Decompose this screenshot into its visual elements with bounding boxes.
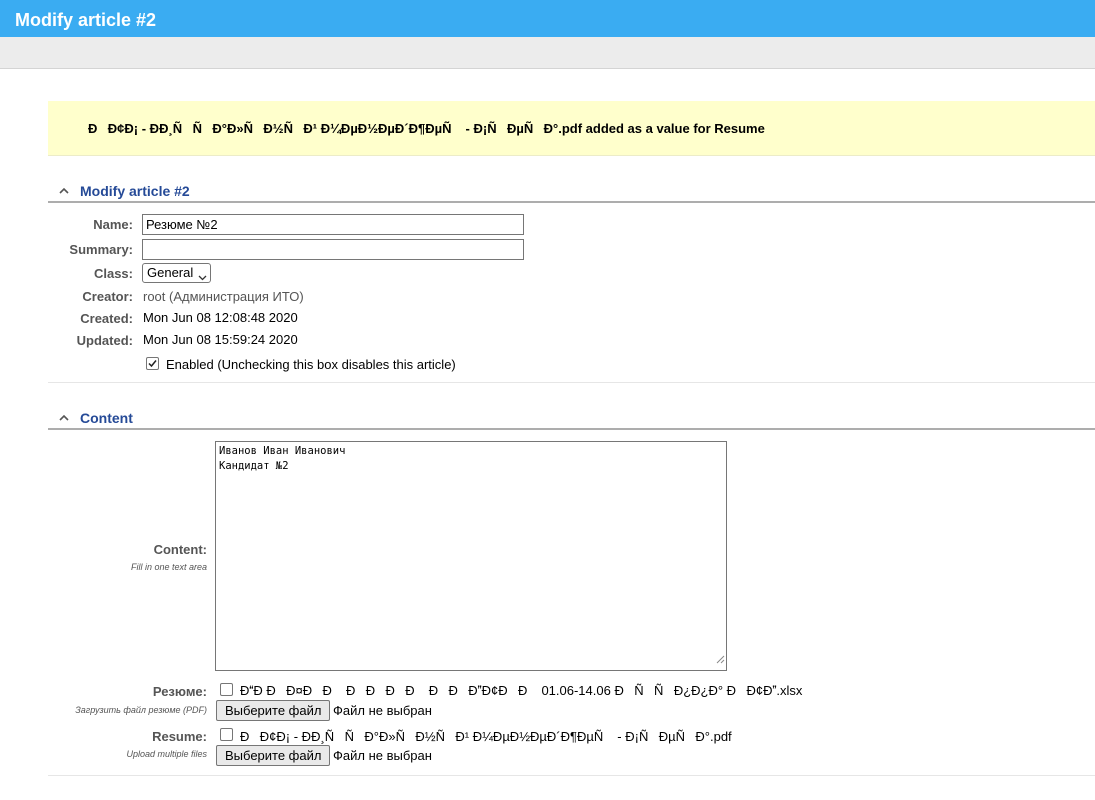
creator-value: root (Администрация ИТО): [143, 289, 304, 304]
divider: [48, 775, 1095, 776]
toolbar: [0, 37, 1095, 69]
chevron-down-icon: [198, 269, 207, 284]
section-title: Content: [80, 410, 133, 426]
chevron-up-icon[interactable]: [58, 412, 70, 424]
chevron-up-icon[interactable]: [58, 185, 70, 197]
choose-file-button[interactable]: Выберите файл: [216, 700, 331, 721]
no-file-text: Файл не выбран: [333, 748, 432, 763]
resize-grip-icon[interactable]: [716, 654, 725, 669]
divider: [48, 382, 1095, 383]
resume-label: Resume:: [152, 729, 207, 744]
resume-ru-file-checkbox[interactable]: [220, 683, 233, 696]
resume-file-name: ÐÐ¢Ð¡ - ÐÐ¸ÑÑÐ°Ð»ÑÐ½ÑÐ¹ Ð¼ÐµÐ½ÐµÐ´Ð…: [240, 729, 732, 744]
name-label: Name:: [93, 217, 133, 232]
content-help: Fill in one text area: [130, 562, 207, 572]
section-header-article[interactable]: Modify article #2: [48, 183, 1095, 203]
section-header-content[interactable]: Content: [48, 410, 1095, 430]
choose-file-button[interactable]: Выберите файл: [216, 745, 331, 766]
no-file-text: Файл не выбран: [333, 703, 432, 718]
resume-file-checkbox[interactable]: [220, 728, 233, 741]
resume-ru-label: Резюме:: [152, 684, 207, 699]
content-textarea[interactable]: Иванов Иван Иванович Кандидат №2: [215, 441, 727, 671]
class-select-value: General: [147, 265, 194, 280]
creator-label: Creator:: [82, 289, 133, 304]
content-line: Иванов Иван Иванович: [219, 445, 346, 457]
summary-label: Summary:: [69, 242, 133, 257]
name-input[interactable]: [142, 214, 524, 235]
status-notice: ÐÐ¢Ð¡ - ÐÐ¸ÑÑÐ°Ð»ÑÐ½ÑÐ¹ Ð¼ÐµÐ½ÐµÐ´Ð…: [48, 101, 1095, 156]
content-line: Кандидат №2: [219, 460, 289, 472]
resume-ru-help: Загрузить файл резюме (PDF): [75, 705, 207, 715]
content-label: Content:: [153, 542, 207, 557]
enabled-label: Enabled (Unchecking this box disables th…: [166, 357, 456, 372]
class-select[interactable]: General: [142, 263, 211, 283]
section-title: Modify article #2: [80, 183, 190, 199]
notice-message: ÐÐ¢Ð¡ - ÐÐ¸ÑÑÐ°Ð»ÑÐ½ÑÐ¹ Ð¼ÐµÐ½ÐµÐ´Ð…: [88, 121, 765, 136]
created-value: Mon Jun 08 12:08:48 2020: [143, 310, 298, 325]
resume-ru-file-name: ÐÐ ÐÐ¤ÐÐ ÐÐÐÐ ÐÐÐÐ¢ÐÐ 01.06…: [240, 683, 803, 698]
resume-help: Upload multiple files: [126, 749, 207, 759]
page-title: Modify article #2: [15, 10, 157, 30]
created-label: Created:: [80, 311, 133, 326]
summary-input[interactable]: [142, 239, 524, 260]
updated-value: Mon Jun 08 15:59:24 2020: [143, 332, 298, 347]
enabled-checkbox[interactable]: [146, 357, 159, 370]
class-label: Class:: [93, 266, 133, 281]
updated-label: Updated:: [76, 333, 133, 348]
title-bar: Modify article #2: [0, 0, 1095, 37]
